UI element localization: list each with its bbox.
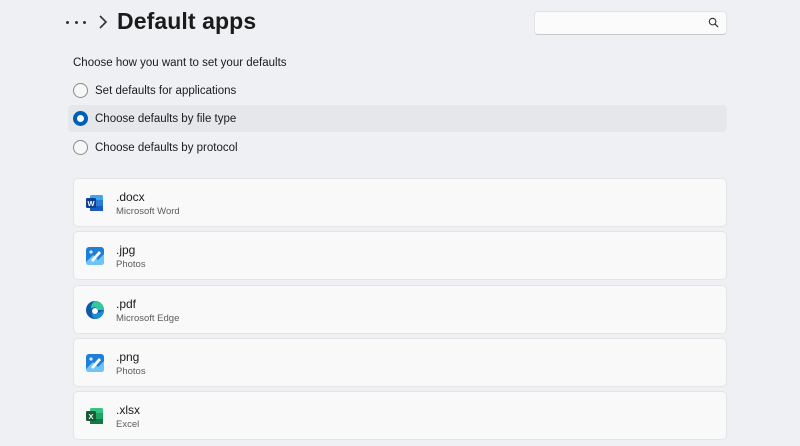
word-icon: W [86,195,103,211]
option-choose-defaults-by-protocol[interactable]: Choose defaults by protocol [68,134,727,161]
file-type-card-docx[interactable]: W .docx Microsoft Word [73,178,727,227]
dot [83,20,86,24]
page-title: Default apps [117,8,257,34]
dot [66,20,69,24]
search-input[interactable] [535,12,695,34]
radio-label: Set defaults for applications [95,84,237,97]
photos-icon [86,354,104,372]
option-set-defaults-for-applications[interactable]: Set defaults for applications [68,77,727,104]
svg-text:W: W [87,199,95,208]
search-icon[interactable] [708,17,719,28]
file-type-card-xlsx[interactable]: X .xlsx Excel [73,391,727,440]
file-extension: .png [116,350,140,364]
file-extension: .xlsx [116,403,140,417]
radio-button[interactable] [73,83,88,98]
dot [74,20,78,24]
svg-text:X: X [88,412,93,421]
default-app-name: Excel [116,419,140,430]
default-app-name: Photos [116,366,146,377]
radio-button-selected[interactable] [73,111,88,126]
radio-label: Choose defaults by file type [95,112,237,125]
radio-label: Choose defaults by protocol [95,141,238,154]
chevron-right-icon [99,15,108,29]
defaults-prompt: Choose how you want to set your defaults [73,57,287,69]
more-options-button[interactable] [66,18,86,26]
edge-icon [86,301,104,319]
default-app-name: Microsoft Edge [116,313,180,324]
radio-button[interactable] [73,140,88,155]
header-bar: Default apps [62,8,728,38]
file-extension: .pdf [116,297,137,311]
photos-icon [86,247,104,265]
default-app-name: Photos [116,259,146,270]
file-type-card-jpg[interactable]: .jpg Photos [73,231,727,280]
file-type-card-pdf[interactable]: .pdf Microsoft Edge [73,285,727,334]
excel-icon: X [86,408,103,424]
option-choose-defaults-by-file-type[interactable]: Choose defaults by file type [68,105,727,132]
file-extension: .jpg [116,243,136,257]
file-extension: .docx [116,190,145,204]
search-box[interactable] [534,11,727,35]
file-type-card-png[interactable]: .png Photos [73,338,727,387]
default-app-name: Microsoft Word [116,206,180,217]
